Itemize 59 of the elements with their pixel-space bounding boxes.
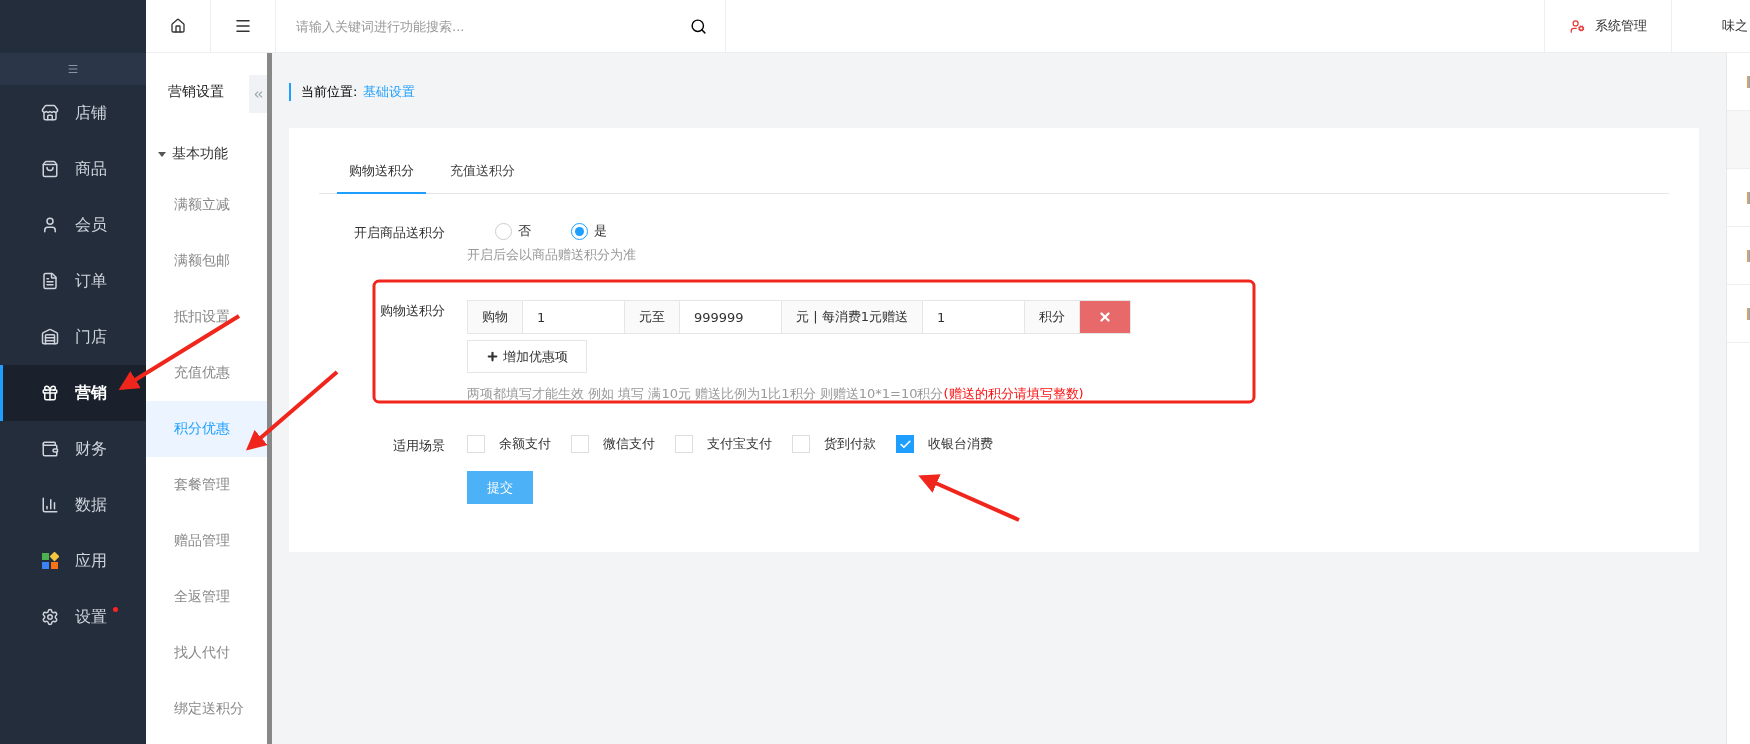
checkbox-label: 货到付款 [824, 435, 876, 453]
nav-item[interactable]: 订单 [0, 253, 146, 309]
nav-item[interactable]: 门店 [0, 309, 146, 365]
warehouse-icon [41, 328, 59, 346]
nav-item[interactable]: 营销 [0, 365, 146, 421]
settings-icon [41, 608, 59, 626]
gift-icon [41, 384, 59, 402]
nav-item[interactable]: 财务 [0, 421, 146, 477]
radio-option[interactable]: 否 [495, 222, 531, 240]
input-addon: 积分 [1024, 301, 1080, 333]
checkbox-label: 收银台消费 [928, 435, 993, 453]
close-icon[interactable] [1097, 310, 1112, 324]
apps-icon [41, 552, 59, 570]
user-icon [41, 216, 59, 234]
breadcrumb-label: 当前位置: [301, 83, 358, 101]
radio-label: 否 [518, 222, 531, 240]
field-label: 购物送积分 [379, 302, 446, 320]
nav-item[interactable]: 应用 [0, 533, 146, 589]
checkbox-label: 支付宝支付 [707, 435, 772, 453]
home-icon[interactable] [170, 18, 186, 34]
input-addon: 元至 [625, 301, 680, 333]
file-icon [1747, 307, 1750, 320]
tab[interactable]: 充值送积分 [438, 152, 527, 194]
bar-chart-icon [41, 496, 59, 514]
delete-button[interactable] [1079, 301, 1130, 333]
checkbox-label: 微信支付 [603, 435, 655, 453]
user-gear-icon [1569, 18, 1585, 34]
file-icon [1747, 191, 1750, 204]
nav-item[interactable]: 商品 [0, 141, 146, 197]
field-label: 适用场景 [392, 437, 446, 455]
nav-item[interactable]: 设置 [0, 589, 146, 645]
radio-option[interactable]: 是 [571, 222, 607, 240]
admin-button[interactable]: 系统管理 [1544, 0, 1672, 52]
nav-item[interactable]: 店铺 [0, 85, 146, 141]
search-icon[interactable] [690, 17, 707, 35]
nav-item[interactable]: 数据 [0, 477, 146, 533]
menu-icon[interactable] [234, 17, 252, 35]
submenu-group[interactable]: 基本功能 [146, 131, 267, 177]
wallet-icon [41, 440, 59, 458]
store-icon [41, 104, 59, 122]
add-button[interactable]: 增加优惠项 [467, 340, 587, 373]
user-name[interactable]: 味之 [1672, 0, 1750, 52]
checkbox-label: 余额支付 [499, 435, 551, 453]
fold-button[interactable] [249, 75, 267, 113]
radio-label: 是 [594, 222, 607, 240]
submenu-title: 营销设置 [168, 82, 225, 101]
hint-text: 两项都填写才能生效 例如 填写 满10元 赠送比例为1比1积分 则赠送10*1=10积分(赠送的积分请填写整数) [467, 385, 1085, 403]
tab[interactable]: 购物送积分 [337, 152, 426, 194]
nav-item[interactable]: 会员 [0, 197, 146, 253]
document-icon [41, 272, 59, 290]
plus-icon[interactable] [486, 350, 499, 363]
file-icon [1747, 249, 1750, 262]
input-addon: 购物 [468, 301, 523, 333]
bag-icon [41, 160, 59, 178]
field-label: 开启商品送积分 [353, 224, 446, 242]
collapse-menu-icon[interactable] [67, 63, 79, 75]
file-icon [1747, 75, 1750, 88]
input-addon: 元 | 每消费1元赠送 [782, 301, 923, 333]
hint-text: 开启后会以商品赠送积分为准 [467, 246, 636, 264]
